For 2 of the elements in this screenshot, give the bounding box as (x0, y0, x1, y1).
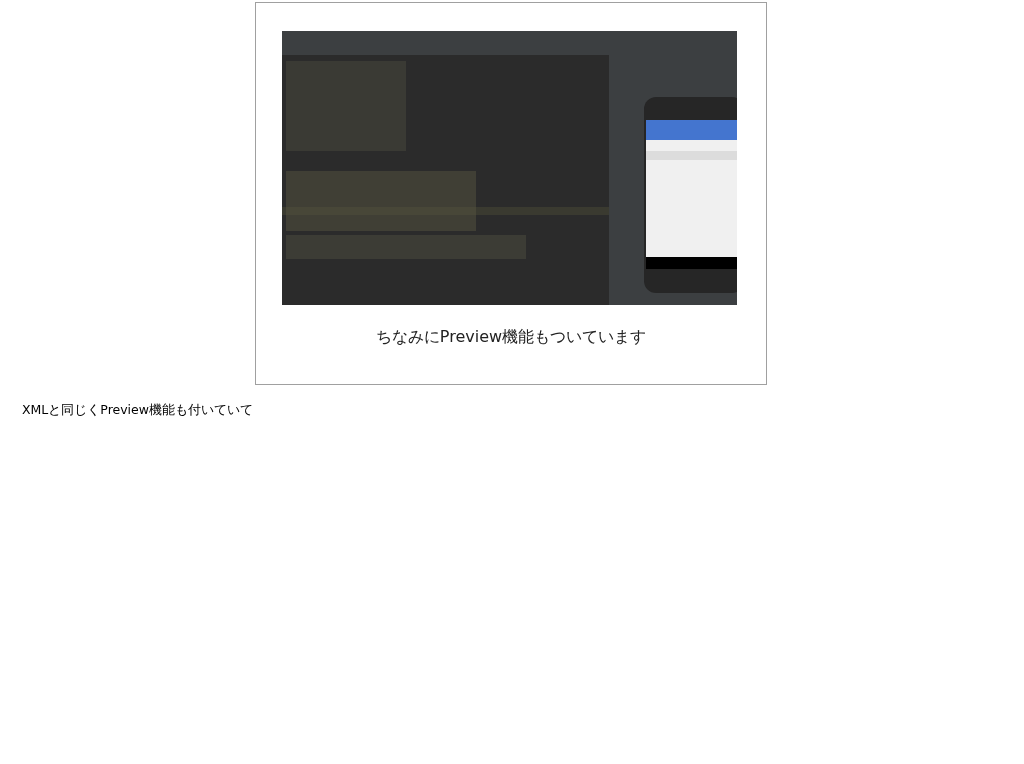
presenter-notes: XMLと同じくPreview機能も付いていて (22, 402, 253, 419)
slide-caption: ちなみにPreview機能もついています (375, 327, 647, 348)
